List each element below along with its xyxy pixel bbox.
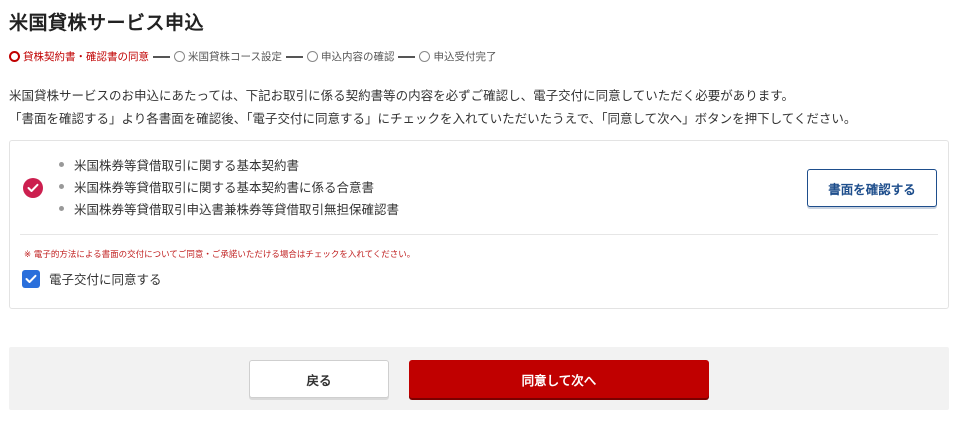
consent-checkbox-label[interactable]: 電子交付に同意する: [49, 269, 162, 288]
document-item: 米国株券等貸借取引に関する基本契約書に係る合意書: [59, 175, 399, 197]
document-title: 米国株券等貸借取引に関する基本契約書に係る合意書: [74, 179, 375, 195]
bullet-icon: [59, 183, 64, 189]
bullet-icon: [59, 161, 64, 167]
step-connector: [285, 55, 303, 58]
document-title: 米国株券等貸借取引に関する基本契約書: [74, 157, 300, 173]
document-item: 米国株券等貸借取引に関する基本契約書: [59, 153, 399, 175]
consent-checkbox-row[interactable]: 電子交付に同意する: [22, 269, 162, 288]
document-item: 米国株券等貸借取引申込書兼株券等貸借取引無担保確認書: [59, 197, 399, 219]
progress-stepper: 貸株契約書・確認書の同意 米国貸株コース設定 申込内容の確認 申込受付完了: [9, 49, 496, 64]
document-list: 米国株券等貸借取引に関する基本契約書 米国株券等貸借取引に関する基本契約書に係る…: [59, 153, 399, 219]
step-connector: [153, 55, 170, 58]
step-current-icon: [9, 51, 20, 62]
step-document-consent: 貸株契約書・確認書の同意: [9, 49, 149, 64]
intro-text: 米国貸株サービスのお申込にあたっては、下記お取引に係る契約書等の内容を必ずご確認…: [9, 84, 856, 130]
step-label: 米国貸株コース設定: [188, 51, 282, 63]
consent-checkbox[interactable]: [22, 269, 40, 288]
step-label: 貸株契約書・確認書の同意: [23, 51, 149, 63]
divider: [20, 234, 938, 235]
step-connector: [398, 55, 416, 58]
confirm-documents-button[interactable]: 書面を確認する: [807, 169, 937, 207]
step-label: 申込内容の確認: [320, 51, 395, 63]
intro-line-2: 「書面を確認する」より各書面を確認後、「電子交付に同意する」にチェックを入れてい…: [9, 111, 857, 126]
step-confirm-application: 申込内容の確認: [306, 49, 395, 64]
step-course-settings: 米国貸株コース設定: [174, 49, 282, 64]
intro-line-1: 米国貸株サービスのお申込にあたっては、下記お取引に係る契約書等の内容を必ずご確認…: [9, 88, 795, 103]
confirmed-check-icon: [23, 178, 43, 198]
step-pending-icon: [419, 51, 431, 62]
step-application-complete: 申込受付完了: [419, 49, 496, 64]
consent-note: ※ 電子的方法による書面の交付についてご同意・ご承諾いただける場合はチェックを入…: [24, 250, 416, 260]
footer-action-bar: 戻る 同意して次へ: [9, 347, 949, 410]
back-button[interactable]: 戻る: [249, 360, 389, 398]
step-pending-icon: [174, 51, 185, 62]
documents-card: 米国株券等貸借取引に関する基本契約書 米国株券等貸借取引に関する基本契約書に係る…: [9, 140, 949, 309]
document-title: 米国株券等貸借取引申込書兼株券等貸借取引無担保確認書: [74, 201, 400, 217]
page-title: 米国貸株サービス申込: [9, 12, 205, 34]
bullet-icon: [59, 205, 64, 211]
agree-and-next-button[interactable]: 同意して次へ: [409, 360, 709, 398]
step-pending-icon: [306, 51, 318, 62]
step-label: 申込受付完了: [433, 51, 497, 63]
